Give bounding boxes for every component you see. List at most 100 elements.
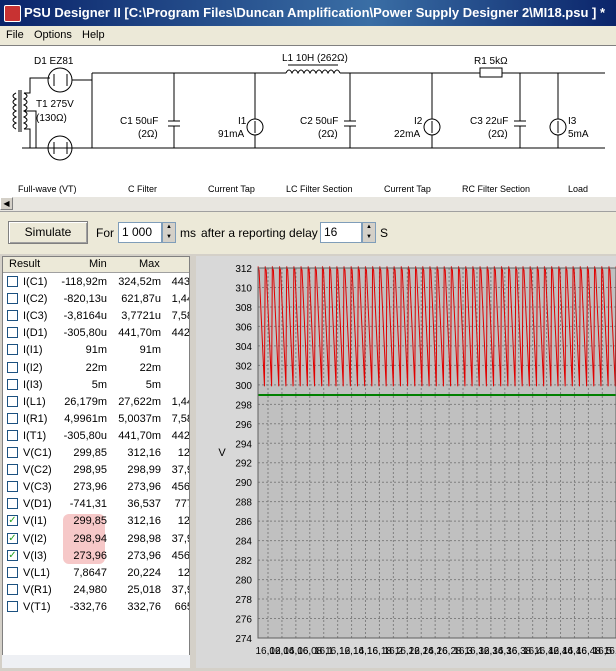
header-min[interactable]: Min (89, 258, 107, 270)
result-checkbox[interactable] (7, 566, 18, 578)
header-result[interactable]: Result (9, 258, 40, 270)
result-checkbox[interactable] (7, 378, 18, 390)
result-extra: 665 (174, 600, 189, 613)
simulate-button[interactable]: Simulate (8, 221, 88, 244)
result-min: -332,76 (69, 600, 107, 613)
schematic-scrollbar[interactable]: ◀ (0, 197, 616, 212)
result-row[interactable]: V(C3) 273,96 273,96 456, (3, 478, 190, 495)
result-name: I(I2) (23, 361, 43, 374)
spin-up-icon[interactable]: ▲ (363, 223, 375, 233)
duration-input[interactable]: 1 000 (118, 222, 162, 243)
result-checkbox[interactable] (7, 327, 18, 339)
ms-label: ms (180, 226, 196, 240)
scroll-left-icon[interactable]: ◀ (0, 197, 13, 210)
results-header: Result Min Max (3, 257, 189, 273)
s-label: S (380, 226, 389, 240)
result-row[interactable]: I(I3) 5m 5m (3, 376, 189, 393)
results-table: Result Min Max I(C1)-118,92m324,52m443,I… (2, 256, 190, 668)
menu-options[interactable]: Options (34, 29, 72, 41)
section-fullwave: Full-wave (VT) (18, 184, 77, 194)
result-row[interactable]: I(I1) 91m 91m (3, 341, 189, 358)
result-max: 441,70m (118, 429, 161, 442)
result-min: 4,9961m (64, 412, 107, 425)
result-extra: 7,58 (171, 412, 189, 425)
result-name: I(I3) (23, 378, 43, 391)
result-checkbox[interactable] (7, 412, 18, 424)
result-checkbox[interactable]: ✓ (7, 532, 18, 544)
y-tick-label: 294 (235, 439, 252, 450)
result-row[interactable]: I(C3) -3,8164u 3,7721u 7,58 (3, 307, 189, 324)
result-max: 332,76 (127, 600, 161, 613)
result-max: 312,16 (127, 447, 161, 459)
header-max[interactable]: Max (139, 258, 160, 270)
result-checkbox[interactable]: ✓ (7, 549, 18, 561)
result-checkbox[interactable] (7, 447, 18, 458)
spin-down-icon[interactable]: ▼ (363, 233, 375, 243)
result-extra: 7,58 (171, 310, 189, 323)
result-min: -3,8164u (63, 310, 107, 323)
duration-spinner[interactable]: ▲ ▼ (162, 222, 176, 243)
result-checkbox[interactable] (7, 464, 18, 476)
result-row[interactable]: I(I2) 22m 22m (3, 359, 189, 376)
result-max: 5m (145, 378, 161, 391)
schematic-drawing: D1 EZ81 T1 275V (130Ω) C1 50uF (2Ω) I1 9… (12, 53, 605, 194)
section-rc-filter: RC Filter Section (462, 184, 530, 194)
result-max: 312,16 (127, 515, 161, 528)
menu-help[interactable]: Help (82, 29, 105, 41)
label-t1-r: (130Ω) (36, 113, 67, 124)
result-name: I(I1) (23, 344, 43, 357)
spin-down-icon[interactable]: ▼ (163, 233, 175, 243)
schematic-canvas[interactable]: D1 EZ81 T1 275V (130Ω) C1 50uF (2Ω) I1 9… (0, 45, 616, 199)
simulation-controls: Simulate For 1 000 ▲ ▼ ms after a reporti… (0, 212, 616, 254)
result-checkbox[interactable]: ✓ (7, 515, 18, 527)
chart-panel: 312 310 308 306 304 302 300 298 296 294 292 290 288 2… (196, 256, 616, 668)
result-name: V(I1) (23, 515, 47, 528)
result-checkbox[interactable] (7, 276, 18, 287)
result-checkbox[interactable] (7, 429, 18, 441)
result-row[interactable]: ✓ V(I1) 299,85 312,16 12, (3, 512, 189, 529)
section-lc-filter: LC Filter Section (286, 184, 353, 194)
section-current-tap-1: Current Tap (208, 184, 255, 194)
label-i2: I2 (414, 116, 423, 127)
result-checkbox[interactable] (7, 583, 18, 595)
result-checkbox[interactable] (7, 310, 18, 322)
delay-spinner[interactable]: ▲ ▼ (362, 222, 376, 243)
result-row[interactable]: I(L1) 26,179m 27,622m 1,44 (3, 393, 189, 410)
result-row[interactable]: V(T1) -332,76 332,76 665 (3, 598, 189, 615)
result-row[interactable]: I(R1) 4,9961m 5,0037m 7,58 (3, 410, 189, 427)
result-extra: 1,44 (171, 293, 189, 306)
result-extra: 456, (171, 481, 190, 494)
result-row[interactable]: I(C2) -820,13u 621,87u 1,44 (3, 290, 189, 307)
result-row[interactable]: ✓ V(I3) 273,96 273,96 456, (3, 547, 190, 564)
result-row[interactable]: I(C1) -118,92m 324,52m 443, (3, 273, 189, 290)
result-row[interactable]: V(D1) -741,31 36,537 777 (3, 495, 189, 512)
result-row[interactable]: I(D1) -305,80u 441,70m 442, (3, 324, 190, 341)
delay-input[interactable]: 16 (320, 222, 362, 243)
result-extra: 12, (177, 566, 190, 579)
result-checkbox[interactable] (7, 293, 18, 305)
app-icon (4, 5, 21, 22)
result-row[interactable]: V(C2) 298,95 298,99 37,9 (3, 461, 189, 478)
result-min: -820,13u (63, 293, 107, 306)
results-scrollbar[interactable] (2, 655, 190, 668)
result-row[interactable]: V(C1) 299,85 312,16 12, (3, 444, 189, 461)
result-min: 299,85 (73, 447, 107, 459)
result-extra: 456, (171, 549, 190, 562)
menu-file[interactable]: File (6, 29, 24, 41)
spin-up-icon[interactable]: ▲ (163, 223, 175, 233)
result-row[interactable]: V(L1) 7,8647 20,224 12, (3, 564, 190, 581)
result-min: -305,80u (63, 429, 107, 442)
result-checkbox[interactable] (7, 498, 18, 510)
result-row[interactable]: V(R1) 24,980 25,018 37,9 (3, 581, 189, 598)
label-d1: D1 EZ81 (34, 56, 74, 67)
result-extra: 442, (171, 327, 190, 340)
result-checkbox[interactable] (7, 344, 18, 356)
result-min: 26,179m (64, 395, 107, 408)
result-checkbox[interactable] (7, 481, 18, 493)
result-row[interactable]: I(T1) -305,80u 441,70m 442, (3, 427, 189, 444)
result-checkbox[interactable] (7, 600, 18, 612)
result-checkbox[interactable] (7, 361, 18, 373)
result-row[interactable]: ✓ V(I2) 298,94 298,98 37,9 (3, 530, 189, 547)
result-checkbox[interactable] (7, 395, 18, 407)
result-name: V(T1) (23, 600, 51, 613)
